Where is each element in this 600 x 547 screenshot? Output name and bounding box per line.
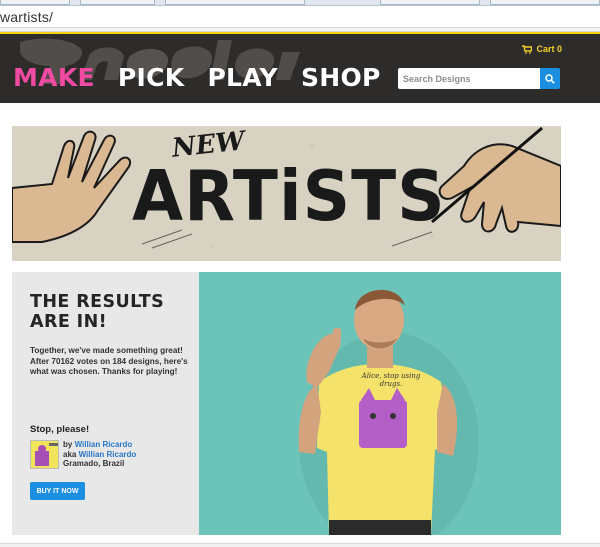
cart-icon bbox=[522, 44, 533, 54]
banner-title: ARTiSTS bbox=[132, 156, 446, 237]
browser-tab[interactable] bbox=[165, 0, 305, 5]
design-thumbnail-image bbox=[31, 441, 58, 468]
search-form bbox=[398, 68, 560, 89]
shirt-print-text: Alice, stop using drugs. bbox=[361, 372, 421, 388]
design-thumbnail[interactable] bbox=[30, 440, 59, 469]
search-button[interactable] bbox=[540, 68, 560, 89]
nav-shop[interactable]: SHOP bbox=[301, 64, 381, 92]
nav-pick[interactable]: PICK bbox=[118, 64, 185, 92]
results-heading: THE RESULTS ARE IN! bbox=[30, 292, 165, 332]
designs-count: 184 bbox=[112, 356, 127, 366]
aka-link[interactable]: Willian Ricardo bbox=[79, 450, 137, 459]
cart-label: Cart 0 bbox=[536, 44, 562, 54]
search-input[interactable] bbox=[398, 68, 540, 89]
artist-meta: by Willian Ricardo aka Willian Ricardo G… bbox=[63, 440, 136, 469]
nav-play[interactable]: PLAY bbox=[207, 64, 278, 92]
results-panel: THE RESULTS ARE IN! Together, we've made… bbox=[12, 272, 199, 535]
artist-info: by Willian Ricardo aka Willian Ricardo G… bbox=[30, 440, 136, 469]
address-bar[interactable]: wartists/ bbox=[0, 6, 600, 28]
artist-location: Gramado, Brazil bbox=[63, 459, 125, 468]
address-url[interactable]: wartists/ bbox=[0, 9, 53, 25]
browser-tab[interactable] bbox=[490, 0, 600, 5]
browser-tab[interactable] bbox=[80, 0, 155, 5]
browser-tab[interactable] bbox=[0, 0, 70, 5]
aka-label: aka bbox=[63, 449, 79, 459]
model-in-tshirt-image bbox=[199, 272, 561, 535]
votes-count: 70162 bbox=[51, 356, 75, 366]
main-nav: MAKE PICK PLAY SHOP bbox=[13, 64, 404, 92]
winner-photo[interactable]: Alice, stop using drugs. bbox=[199, 272, 561, 535]
artist-link[interactable]: Willian Ricardo bbox=[75, 440, 133, 449]
site-header: MAKE PICK PLAY SHOP Cart 0 bbox=[0, 32, 600, 103]
by-label: by bbox=[63, 440, 75, 449]
browser-tab[interactable] bbox=[380, 0, 480, 5]
copy-mid: votes on bbox=[74, 356, 113, 366]
buy-it-now-button[interactable]: BUY IT NOW bbox=[30, 482, 85, 500]
page-bottom-divider bbox=[0, 543, 600, 547]
results-copy: Together, we've made something great! Af… bbox=[30, 346, 190, 378]
search-icon bbox=[545, 73, 555, 84]
nav-make[interactable]: MAKE bbox=[13, 64, 95, 92]
new-artists-banner[interactable]: NEW ARTiSTS bbox=[12, 126, 561, 261]
cart-link[interactable]: Cart 0 bbox=[522, 44, 562, 54]
design-name: Stop, please! bbox=[30, 424, 90, 435]
